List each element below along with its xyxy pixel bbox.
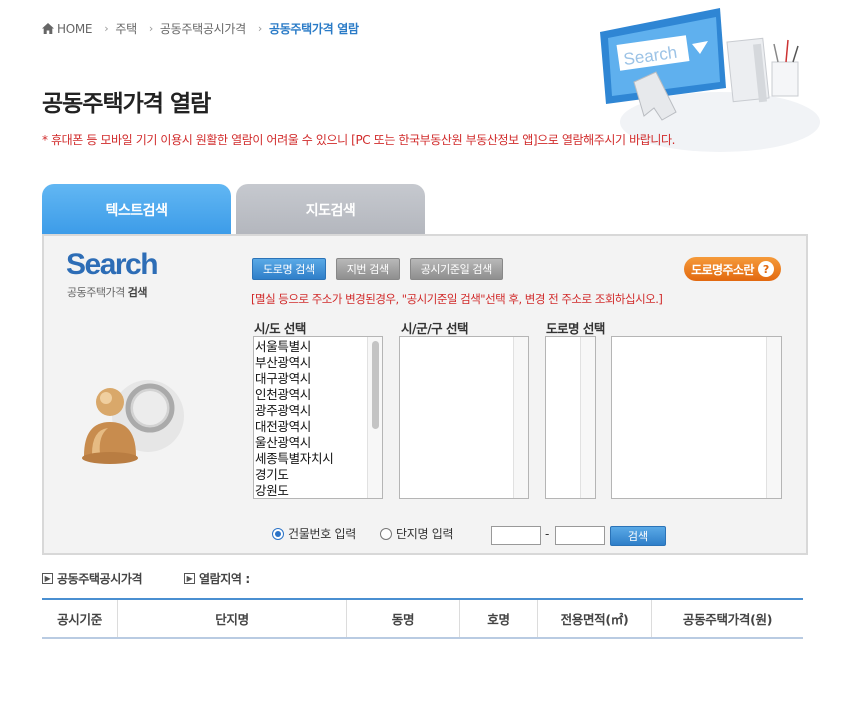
road-initial-listbox[interactable] — [545, 336, 596, 499]
info-left-label: 공동주택공시가격 — [57, 572, 143, 586]
th-building: 동명 — [347, 600, 460, 637]
th-area: 전용면적(㎡) — [538, 600, 652, 637]
list-item[interactable]: 인천광역시 — [255, 387, 382, 403]
arrow-right-icon: ▶ — [184, 573, 195, 584]
road-initial-scrollbar[interactable] — [580, 337, 595, 498]
announce-date-search-button[interactable]: 공시기준일 검색 — [409, 258, 503, 280]
search-type-buttons: 도로명 검색 지번 검색 공시기준일 검색 — [252, 258, 503, 280]
arrow-right-icon: ▶ — [42, 573, 53, 584]
info-right-label: 열람지역 : — [199, 572, 250, 586]
sido-label: 시/도 선택 — [254, 321, 306, 336]
road-name-label: 도로명 선택 — [546, 321, 605, 336]
building-number-radio-label[interactable]: 건물번호 입력 — [288, 525, 356, 542]
breadcrumb-home[interactable]: HOME — [57, 22, 93, 36]
road-name-scrollbar[interactable] — [766, 337, 781, 498]
search-logo-sub-b: 검색 — [127, 286, 148, 299]
road-name-search-button[interactable]: 도로명 검색 — [252, 258, 326, 280]
sido-scrollbar[interactable] — [367, 337, 382, 498]
number-dash: - — [545, 527, 550, 541]
list-item[interactable]: 울산광역시 — [255, 435, 382, 451]
building-number-radio[interactable] — [272, 527, 284, 540]
help-icon: ? — [757, 261, 774, 277]
th-unit: 호명 — [460, 600, 538, 637]
list-item[interactable]: 서울특별시 — [255, 339, 382, 355]
list-item[interactable]: 부산광역시 — [255, 355, 382, 371]
sido-listbox[interactable]: 서울특별시 부산광역시 대구광역시 인천광역시 광주광역시 대전광역시 울산광역… — [253, 336, 383, 499]
info-region: ▶ 열람지역 : — [184, 570, 250, 587]
th-price: 공동주택가격(원) — [682, 612, 773, 627]
list-item[interactable]: 경기도 — [255, 467, 382, 483]
building-number-sub-input[interactable] — [555, 526, 605, 545]
mobile-notice: * 휴대폰 등 모바일 기기 이용시 원활한 열람이 어려울 수 있으니 [PC… — [42, 133, 676, 147]
breadcrumb-apartment-price[interactable]: 공동주택공시가격 — [160, 20, 246, 37]
complex-name-radio[interactable] — [379, 527, 392, 540]
breadcrumb-housing[interactable]: 주택 — [115, 20, 137, 37]
th-complex-name: 단지명 — [118, 600, 347, 637]
road-address-button[interactable]: 도로명주소란 ? — [684, 257, 781, 281]
list-item[interactable]: 대구광역시 — [255, 371, 382, 387]
person-magnifier-icon — [82, 380, 184, 464]
search-logo: Search — [66, 248, 159, 281]
complex-name-radio-label[interactable]: 단지명 입력 — [396, 525, 454, 542]
list-item[interactable]: 세종특별자치시 — [255, 451, 382, 467]
list-item[interactable]: 대전광역시 — [255, 419, 382, 435]
input-type-radios: 건물번호 입력 단지명 입력 — [272, 525, 453, 542]
tab-text-search[interactable]: 텍스트검색 — [42, 184, 231, 236]
chevron-right-icon: › — [104, 22, 109, 35]
sigungu-label: 시/군/구 선택 — [401, 321, 468, 336]
building-number-main-input[interactable] — [491, 526, 541, 545]
breadcrumb: HOME › 주택 › 공동주택공시가격 › 공동주택가격 열람 — [42, 20, 359, 37]
th-announce-date: 공시기준 — [42, 600, 118, 637]
home-icon — [42, 23, 54, 34]
sigungu-scrollbar[interactable] — [513, 337, 528, 498]
search-button[interactable]: 검색 — [610, 526, 666, 546]
road-name-listbox[interactable] — [611, 336, 782, 499]
search-panel: Search 공동주택가격 검색 도로명 검색 지번 검색 공시기준일 검색 도… — [42, 234, 808, 555]
chevron-right-icon: › — [257, 22, 262, 35]
tab-map-search[interactable]: 지도검색 — [236, 184, 425, 236]
list-item[interactable]: 강원도 — [255, 483, 382, 498]
page-title: 공동주택가격 열람 — [42, 91, 211, 117]
panel-note: [멸실 등으로 주소가 변경된경우, "공시기준일 검색"선택 후, 변경 전 … — [251, 292, 663, 306]
search-logo-sub-a: 공동주택가격 — [67, 286, 125, 299]
chevron-right-icon: › — [148, 22, 153, 35]
lot-number-search-button[interactable]: 지번 검색 — [335, 258, 400, 280]
sigungu-listbox[interactable] — [399, 336, 529, 499]
breadcrumb-current: 공동주택가격 열람 — [268, 22, 359, 36]
list-item[interactable]: 광주광역시 — [255, 403, 382, 419]
road-address-label: 도로명주소란 — [691, 262, 754, 277]
info-apartment-price: ▶ 공동주택공시가격 — [42, 570, 143, 587]
result-table-header: 공시기준 단지명 동명 호명 전용면적(㎡) 공동주택가격(원) — [42, 598, 803, 639]
search-logo-subtitle: 공동주택가격 검색 — [67, 284, 147, 300]
